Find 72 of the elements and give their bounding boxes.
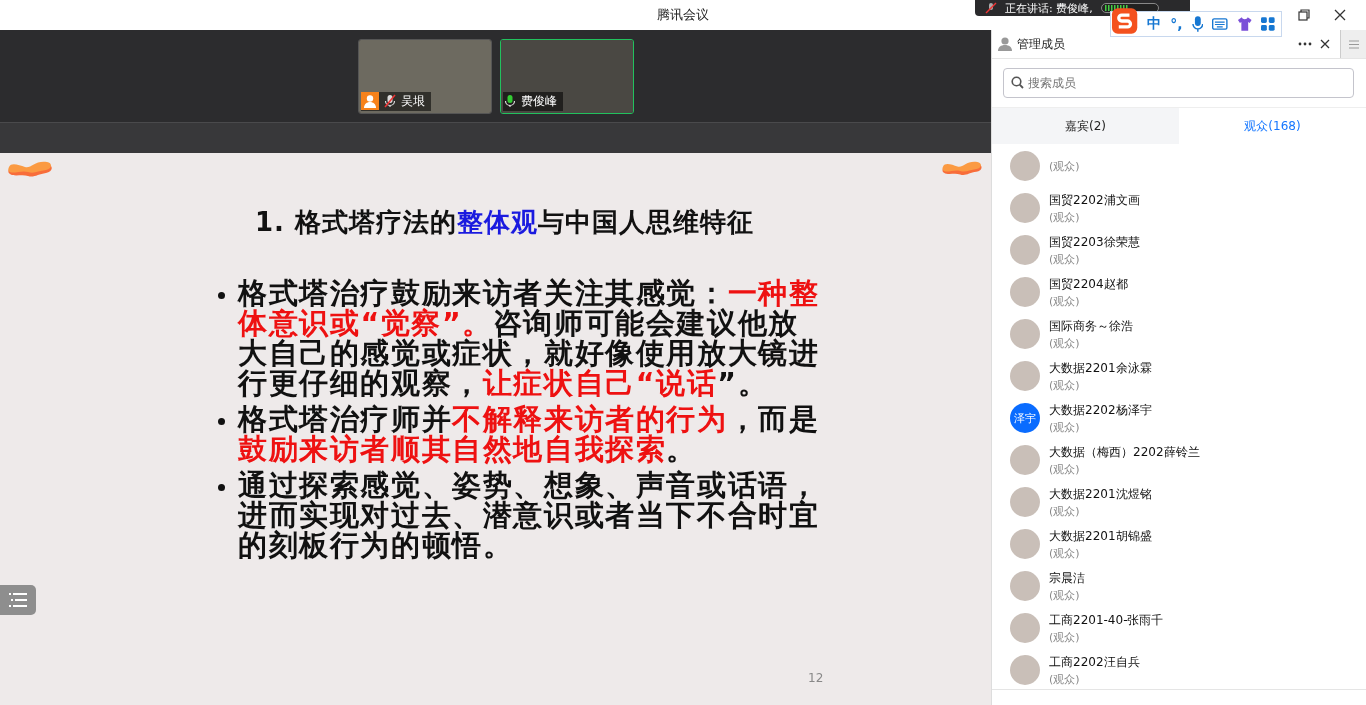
- member-name: 大数据2201沈煜铭: [1049, 485, 1152, 503]
- avatar-placeholder: [1010, 487, 1040, 517]
- muted-mic-icon: [985, 2, 997, 14]
- person-icon: [997, 37, 1013, 51]
- bullet-icon: [218, 418, 225, 425]
- tab[interactable]: 嘉宾(2): [992, 108, 1179, 144]
- bullet-text: 格式塔治疗鼓励来访者关注其感觉：一种整体意识或“觉察”。咨询师可能会建议他放大自己的感觉或症状，就好像使用放大镜进行更仔细的观察，让症状自己“说话”。: [238, 279, 821, 399]
- avatar-placeholder: [1010, 613, 1040, 643]
- search-field[interactable]: 搜索成员: [1003, 68, 1354, 98]
- video-tile[interactable]: 吴垠: [357, 38, 492, 114]
- bullet-icon: [218, 484, 225, 491]
- avatar-placeholder: [1010, 151, 1040, 181]
- s-logo-icon[interactable]: [1111, 7, 1139, 35]
- member-name: 大数据2201胡锦盛: [1049, 527, 1152, 545]
- participant-name: 吴垠: [400, 92, 425, 110]
- close-icon[interactable]: [1320, 39, 1330, 49]
- restore-icon[interactable]: [1298, 9, 1310, 21]
- video-tile[interactable]: 费俊峰: [499, 38, 634, 114]
- member-role: (观众): [1049, 209, 1081, 225]
- member-role: (观众): [1049, 629, 1081, 645]
- avatar-placeholder: [1010, 193, 1040, 223]
- avatar-placeholder: [1010, 319, 1040, 349]
- member-name: 国贸2204赵都: [1049, 275, 1128, 293]
- punctuation-text[interactable]: °,: [1170, 16, 1183, 32]
- panel-title: 管理成员: [1017, 35, 1066, 53]
- member-name: 工商2201-40-张雨千: [1049, 611, 1164, 629]
- page-number: 12: [808, 671, 824, 685]
- member-name: 大数据2201余泳霖: [1049, 359, 1152, 377]
- speaking-text: 正在讲话: 费俊峰,: [1005, 0, 1093, 16]
- more-icon[interactable]: [1298, 42, 1312, 46]
- member-role: (观众): [1049, 377, 1081, 393]
- member-role: (观众): [1049, 335, 1081, 351]
- member-role: (观众): [1049, 293, 1081, 309]
- microphone-icon[interactable]: [1191, 16, 1204, 32]
- search-icon: [1011, 76, 1024, 89]
- outline-button[interactable]: [0, 585, 36, 615]
- window-title: 腾讯会议: [657, 6, 709, 24]
- member-role: (观众): [1049, 158, 1080, 174]
- member-name: 工商2202汪自兵: [1049, 653, 1140, 671]
- member-name: 宗晨洁: [1049, 569, 1085, 587]
- member-role: (观众): [1049, 419, 1081, 435]
- avatar-placeholder: [1010, 361, 1040, 391]
- keyboard-icon[interactable]: [1212, 18, 1228, 30]
- ime-mode-text[interactable]: 中: [1147, 15, 1162, 33]
- avatar-placeholder: [1010, 529, 1040, 559]
- avatar-placeholder: [1010, 445, 1040, 475]
- member-role: (观众): [1049, 671, 1081, 687]
- member-role: (观众): [1049, 503, 1081, 519]
- member-role: (观众): [1049, 545, 1081, 561]
- bullet-text: 格式塔治疗师并不解释来访者的行为，而是 鼓励来访者顺其自然地自我探索。: [238, 405, 821, 465]
- avatar-placeholder: [1010, 571, 1040, 601]
- bullet-text: 通过探索感觉、姿势、想象、声音或话语，进而实现对过去、潜意识或者当下不合时宜的刻板行为的顿悟。: [238, 471, 821, 561]
- list-icon: [9, 593, 27, 607]
- member-name: 国际商务～徐浩: [1049, 317, 1133, 335]
- close-icon[interactable]: [1334, 9, 1346, 21]
- menu-icon: [1348, 39, 1359, 49]
- bullet-icon: [218, 292, 225, 299]
- avatar-placeholder: [1010, 277, 1040, 307]
- avatar-placeholder: [1010, 655, 1040, 685]
- shirt-icon[interactable]: [1236, 16, 1253, 32]
- initials-avatar: 泽宇: [1010, 403, 1040, 433]
- member-name: 大数据（梅西）2202薛铃兰: [1049, 443, 1200, 461]
- member-name: 国贸2202浦文画: [1049, 191, 1140, 209]
- member-role: (观众): [1049, 461, 1081, 477]
- participant-name: 费俊峰: [520, 92, 557, 110]
- member-name: 大数据2202杨泽宇: [1049, 401, 1152, 419]
- member-role: (观众): [1049, 587, 1081, 603]
- avatar-placeholder: [1010, 235, 1040, 265]
- grid-icon[interactable]: [1261, 17, 1275, 31]
- member-name: 国贸2203徐荣慧: [1049, 233, 1140, 251]
- slide-title: 1. 格式塔疗法的整体观与中国人思维特征: [255, 206, 755, 239]
- member-role: (观众): [1049, 251, 1081, 267]
